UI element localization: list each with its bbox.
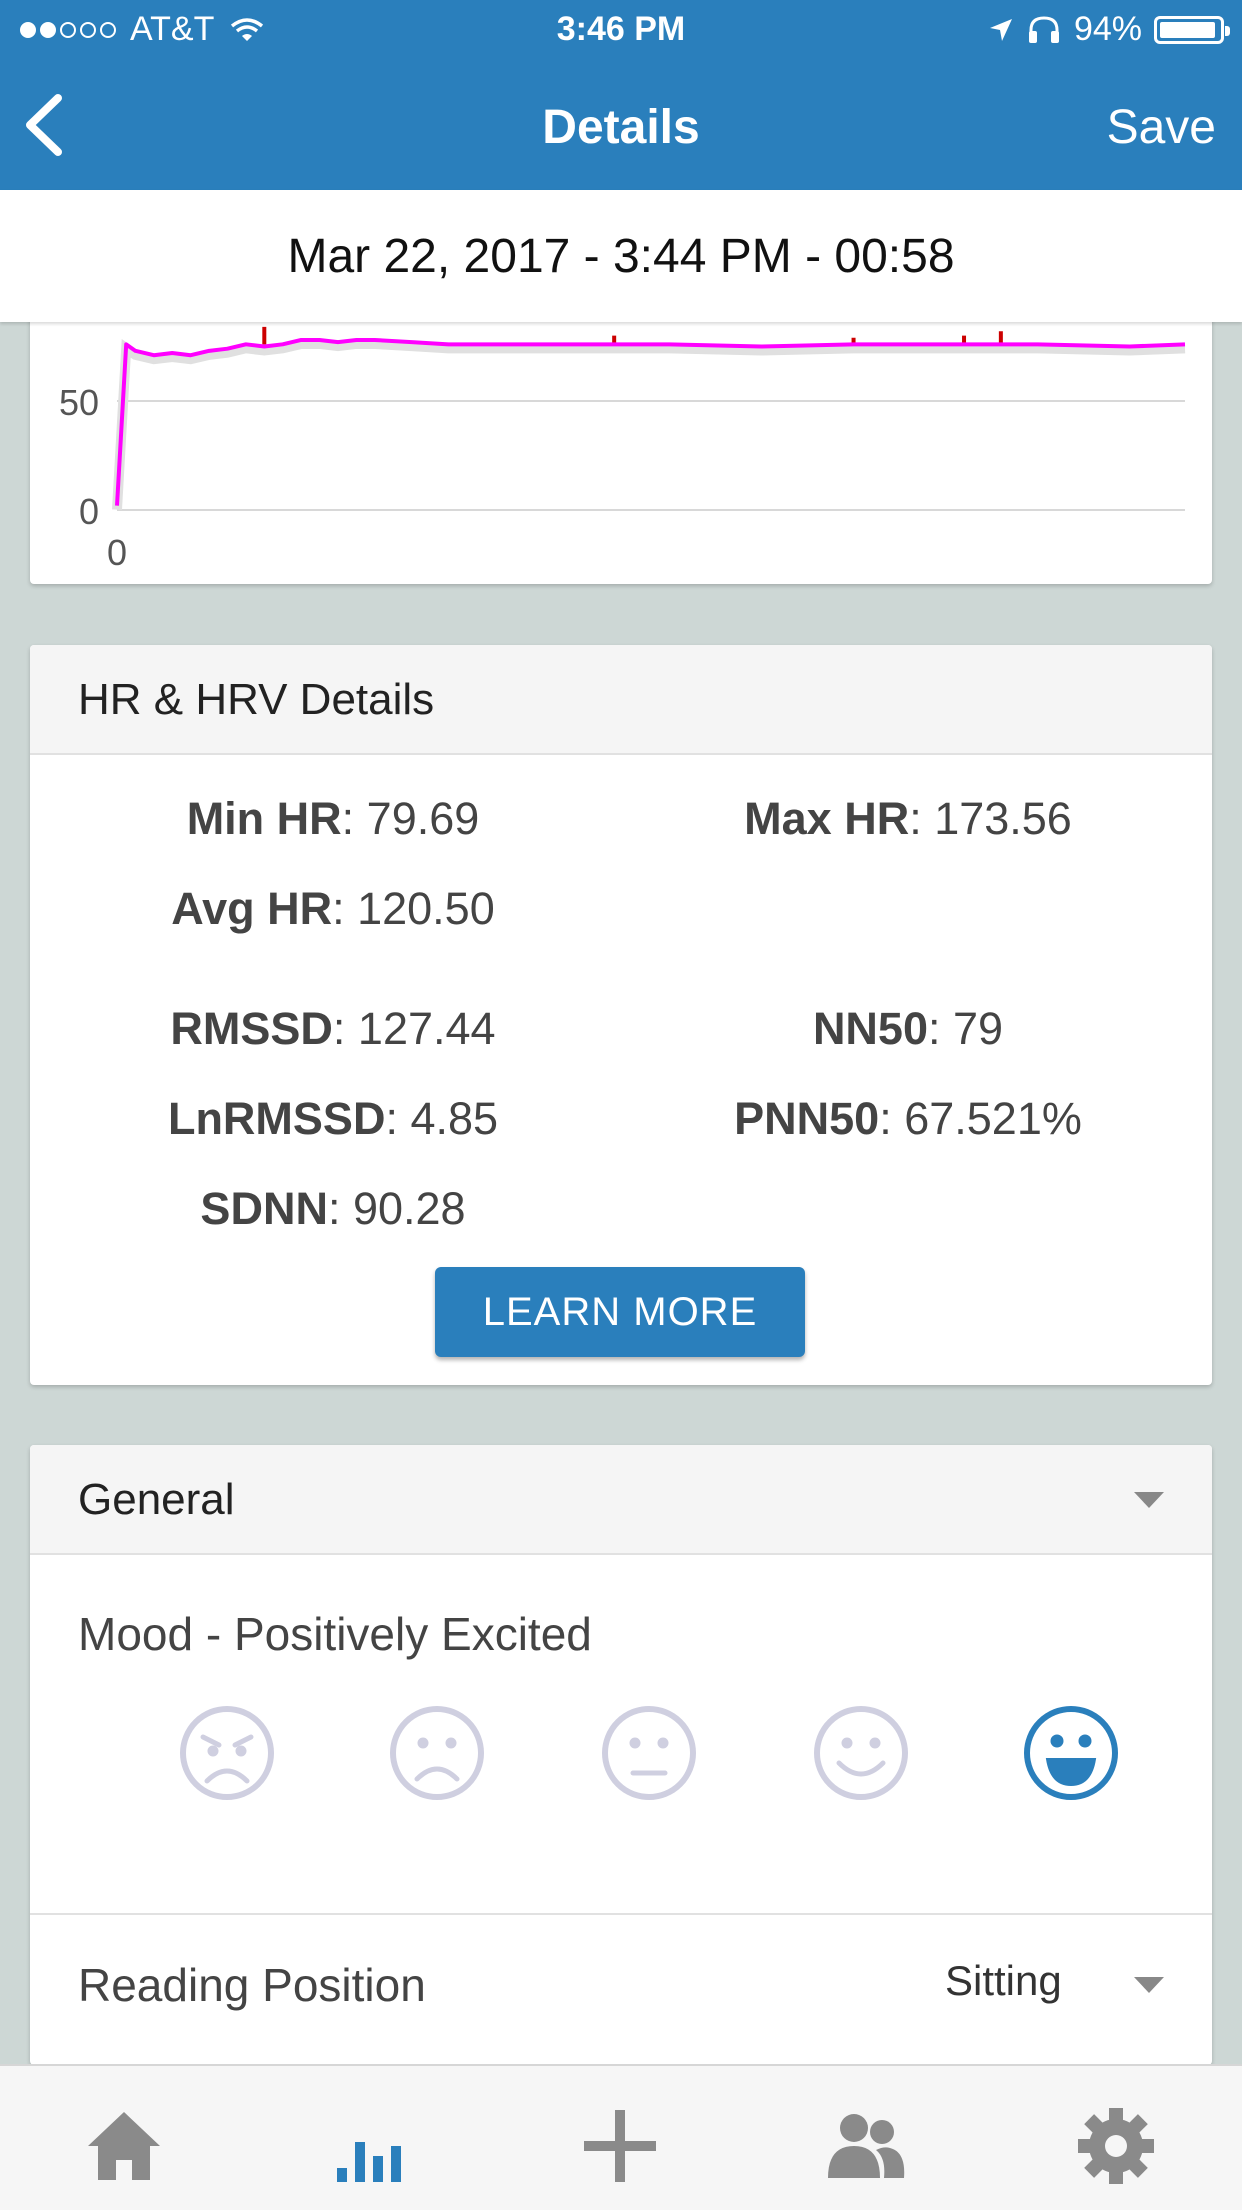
lnrmssd-value: : 4.85 [385, 1093, 499, 1144]
nav-bar: Details Save [0, 60, 1242, 190]
stats-icon[interactable] [333, 2106, 413, 2186]
top-bar: AT&T 3:46 PM 94% Details Save [0, 0, 1242, 190]
general-card-header[interactable]: General [30, 1445, 1212, 1555]
avg-hr-label: Avg HR [171, 883, 333, 934]
reading-position-label: Reading Position [78, 1959, 426, 2011]
y-tick-label: 0 [79, 491, 99, 532]
hrv-card-title: HR & HRV Details [78, 675, 435, 724]
pnn50-label: PNN50 [734, 1093, 880, 1144]
learn-more-button[interactable]: LEARN MORE [435, 1267, 805, 1357]
battery-icon [1154, 15, 1230, 44]
settings-icon[interactable] [1076, 2106, 1156, 2186]
tab-bar [0, 2064, 1242, 2210]
home-icon[interactable] [84, 2106, 164, 2186]
sdnn-stat: SDNN: 90.28 [200, 1183, 465, 1235]
max-hr-label: Max HR [744, 793, 910, 844]
min-hr-label: Min HR [186, 793, 342, 844]
people-icon[interactable] [826, 2106, 906, 2186]
max-hr-stat: Max HR: 173.56 [744, 793, 1072, 845]
nn50-value: : 79 [928, 1003, 1004, 1054]
hr-series-line [115, 337, 1186, 506]
pnn50-stat: PNN50: 67.521% [734, 1093, 1082, 1145]
rmssd-value: : 127.44 [332, 1003, 496, 1054]
avg-hr-value: : 120.50 [332, 883, 495, 934]
min-hr-value: : 79.69 [341, 793, 480, 844]
angry-face-icon[interactable] [179, 1705, 275, 1801]
headphones-icon [1028, 15, 1059, 43]
chevron-down-icon [1134, 1492, 1164, 1508]
reading-position-select[interactable]: Sitting [945, 1957, 1062, 2005]
max-hr-value: : 173.56 [909, 793, 1072, 844]
general-card: General Mood - Positively Excited Readin… [30, 1445, 1212, 2065]
smile-face-icon[interactable] [813, 1705, 909, 1801]
rmssd-stat: RMSSD: 127.44 [170, 1003, 495, 1055]
rmssd-label: RMSSD [170, 1003, 333, 1054]
general-card-title: General [78, 1475, 235, 1524]
neutral-face-icon[interactable] [601, 1705, 697, 1801]
sdnn-value: : 90.28 [327, 1183, 466, 1234]
section-divider [30, 1913, 1212, 1915]
pnn50-value: : 67.521% [879, 1093, 1082, 1144]
add-icon[interactable] [580, 2106, 660, 2186]
location-arrow-icon [989, 18, 1012, 41]
session-datetime: Mar 22, 2017 - 3:44 PM - 00:58 [287, 230, 955, 283]
page-title: Details [542, 101, 700, 154]
hr-line-shadow [112, 338, 1186, 510]
lnrmssd-label: LnRMSSD [167, 1093, 386, 1144]
hr-chart: 0 50 0 [59, 291, 1186, 573]
x-tick-label: 0 [107, 532, 127, 573]
avg-hr-stat: Avg HR: 120.50 [171, 883, 495, 935]
hr-chart-card: 0 50 0 [30, 280, 1212, 584]
excited-face-icon[interactable] [1023, 1705, 1119, 1801]
mood-label: Mood - Positively Excited [78, 1608, 592, 1660]
status-right: 94% [988, 10, 1230, 49]
nn50-stat: NN50: 79 [813, 1003, 1003, 1055]
save-button[interactable]: Save [1107, 100, 1216, 155]
session-date-bar: Mar 22, 2017 - 3:44 PM - 00:58 [0, 190, 1242, 322]
battery-fill [1160, 21, 1215, 38]
hrv-details-card: HR & HRV Details Min HR: 79.69 Max HR: 1… [30, 645, 1212, 1385]
nn50-label: NN50 [812, 1003, 928, 1054]
mood-selector [30, 1705, 1212, 1815]
min-hr-stat: Min HR: 79.69 [187, 793, 480, 845]
sad-face-icon[interactable] [389, 1705, 485, 1801]
status-bar: AT&T 3:46 PM 94% [0, 0, 1242, 60]
hrv-card-header: HR & HRV Details [30, 645, 1212, 755]
lnrmssd-stat: LnRMSSD: 4.85 [168, 1093, 498, 1145]
sdnn-label: SDNN [200, 1183, 328, 1234]
reading-position-chevron-icon[interactable] [1134, 1977, 1164, 1993]
battery-percent: 94% [1073, 10, 1142, 48]
y-tick-label: 50 [59, 382, 99, 423]
